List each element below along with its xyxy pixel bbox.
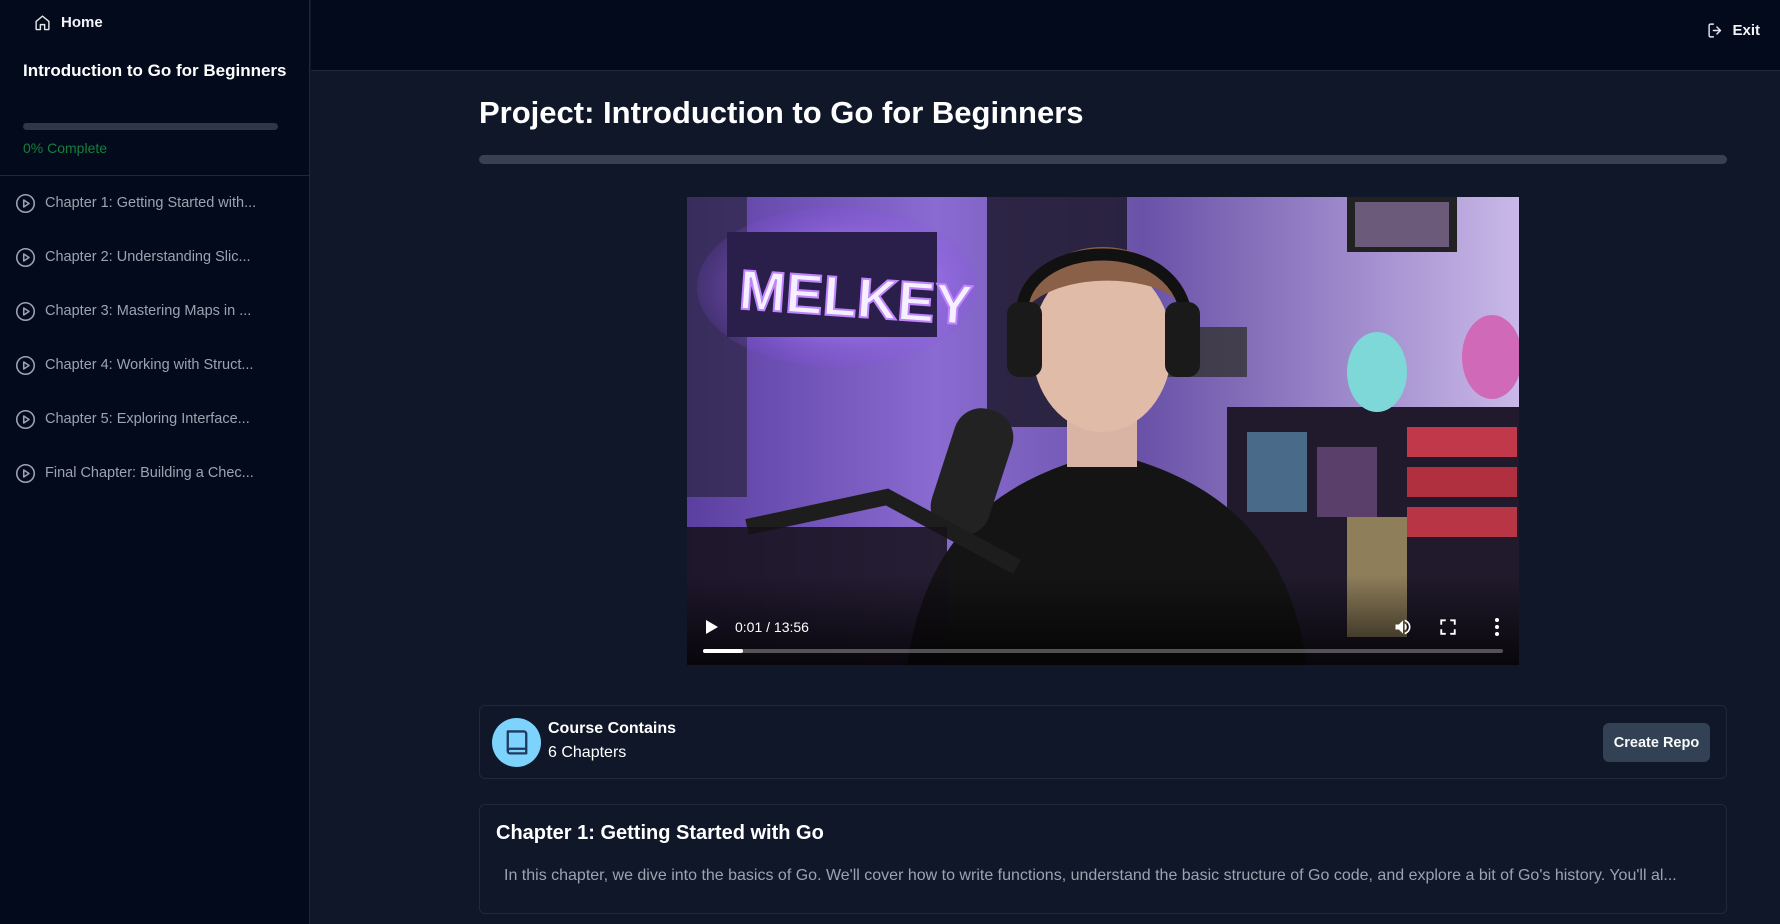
chapter-label: Chapter 3: Mastering Maps in ... (45, 303, 252, 319)
chapter-label: Chapter 5: Exploring Interface... (45, 411, 250, 427)
topbar: Exit (311, 0, 1780, 71)
play-icon[interactable] (705, 619, 719, 635)
chapter-card-description: In this chapter, we dive into the basics… (504, 867, 1677, 884)
sidebar-chapter-3[interactable]: Chapter 3: Mastering Maps in ... (0, 284, 310, 338)
exit-icon (1708, 23, 1722, 38)
page-title: Project: Introduction to Go for Beginner… (479, 95, 1084, 130)
play-circle-icon (15, 193, 36, 213)
home-label: Home (61, 14, 103, 31)
course-title: Introduction to Go for Beginners (23, 61, 287, 80)
volume-icon[interactable] (1393, 617, 1413, 637)
home-icon (35, 15, 50, 31)
sidebar-chapter-2[interactable]: Chapter 2: Understanding Slic... (0, 230, 310, 284)
more-options-icon[interactable] (1493, 617, 1501, 637)
course-progress-bar (23, 123, 278, 130)
course-info-card: Course Contains 6 Chapters Create Repo (479, 705, 1727, 779)
video-seek-fill (703, 649, 743, 653)
app-root: Home Introduction to Go for Beginners 0%… (0, 0, 1780, 924)
sidebar-chapter-5[interactable]: Chapter 5: Exploring Interface... (0, 392, 310, 446)
fullscreen-icon[interactable] (1439, 618, 1457, 636)
video-controls: 0:01 / 13:56 (687, 575, 1519, 665)
chapter-label: Final Chapter: Building a Chec... (45, 465, 254, 481)
course-contains-title: Course Contains (548, 720, 677, 737)
play-circle-icon (15, 355, 36, 375)
play-circle-icon (15, 463, 36, 483)
play-circle-icon (15, 409, 36, 429)
book-icon (506, 729, 527, 755)
video-player[interactable]: MELKEY 0:01 / 13:56 (687, 197, 1519, 665)
book-icon-badge (492, 718, 541, 767)
chapter-list: Chapter 1: Getting Started with... Chapt… (0, 176, 310, 500)
chapter-label: Chapter 4: Working with Struct... (45, 357, 254, 373)
project-progress-bar (479, 155, 1727, 164)
sidebar-chapter-1[interactable]: Chapter 1: Getting Started with... (0, 176, 310, 230)
progress-text: 0% Complete (23, 140, 108, 156)
sidebar-chapter-final[interactable]: Final Chapter: Building a Chec... (0, 446, 310, 500)
chapter-label: Chapter 2: Understanding Slic... (45, 249, 251, 265)
video-seek-bar[interactable] (703, 649, 1503, 653)
sidebar: Home Introduction to Go for Beginners 0%… (0, 0, 310, 924)
play-circle-icon (15, 301, 36, 321)
chapter-card-title: Chapter 1: Getting Started with Go (496, 822, 824, 844)
chapter-card[interactable]: Chapter 1: Getting Started with Go In th… (479, 804, 1727, 914)
exit-button[interactable]: Exit (1707, 22, 1760, 39)
home-link[interactable]: Home (34, 14, 103, 31)
play-circle-icon (15, 247, 36, 267)
create-repo-button[interactable]: Create Repo (1603, 723, 1710, 762)
main-content: Project: Introduction to Go for Beginner… (311, 71, 1780, 924)
sidebar-chapter-4[interactable]: Chapter 4: Working with Struct... (0, 338, 310, 392)
chapter-label: Chapter 1: Getting Started with... (45, 195, 257, 211)
video-time: 0:01 / 13:56 (735, 619, 809, 635)
chapter-count: 6 Chapters (548, 744, 627, 761)
exit-label: Exit (1732, 22, 1760, 39)
